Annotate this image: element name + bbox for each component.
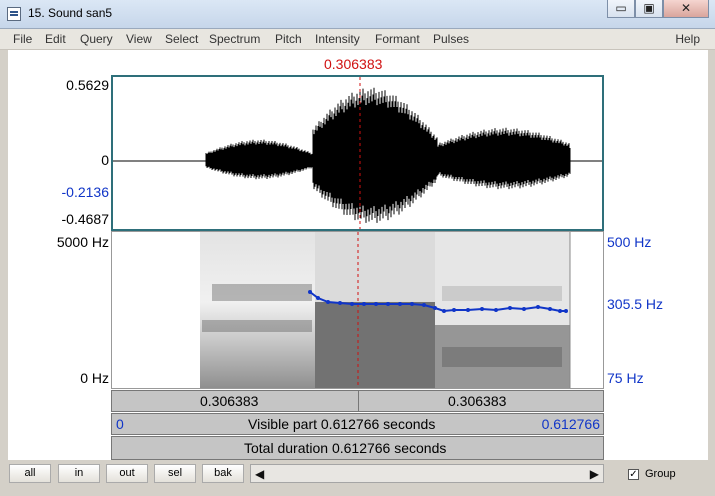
menu-query[interactable]: Query <box>80 32 113 46</box>
close-button[interactable]: ✕ <box>663 0 709 18</box>
maximize-button[interactable]: ▣ <box>635 0 663 18</box>
spec-formant-band-2 <box>202 320 312 332</box>
title-bar: 15. Sound san5 ▭ ▣ ✕ <box>0 0 715 29</box>
wave-cursor-value-label: -0.2136 <box>61 184 109 200</box>
pitch-bottom-label: 75 Hz <box>607 370 644 386</box>
spec-bottom-freq-label: 0 Hz <box>80 370 109 386</box>
right-segment-label: 0.306383 <box>448 393 507 409</box>
spec-formant-band-4 <box>442 347 562 367</box>
menu-bar: File Edit Query View Select Spectrum Pit… <box>0 29 715 50</box>
spec-region-a <box>200 232 315 388</box>
menu-pulses[interactable]: Pulses <box>433 32 469 46</box>
scroll-right-icon[interactable]: ▶ <box>590 467 599 481</box>
menu-file[interactable]: File <box>13 32 32 46</box>
visible-end-label: 0.612766 <box>541 416 600 432</box>
menu-help[interactable]: Help <box>675 32 700 46</box>
wave-zero-label: 0 <box>101 152 109 168</box>
window-title: 15. Sound san5 <box>28 6 113 20</box>
waveform-trace <box>205 87 571 223</box>
scroll-left-icon[interactable]: ◀ <box>255 467 264 481</box>
visible-part-label: Visible part 0.612766 seconds <box>248 416 436 432</box>
wave-max-label: 0.5629 <box>66 77 109 93</box>
zoom-back-button[interactable]: bak <box>202 464 244 483</box>
spec-formant-band-1 <box>212 284 312 301</box>
total-duration-label: Total duration 0.612766 seconds <box>244 440 447 456</box>
cursor-time-label: 0.306383 <box>324 56 383 72</box>
visible-start-label: 0 <box>116 416 124 432</box>
spectrogram-plot <box>200 232 571 388</box>
spec-formant-band-3 <box>442 286 562 301</box>
spec-top-freq-label: 5000 Hz <box>56 234 109 250</box>
menu-spectrum[interactable]: Spectrum <box>209 32 260 46</box>
pitch-mid-label: 305.5 Hz <box>607 296 664 312</box>
selection-bar[interactable]: 0.306383 0.306383 <box>111 390 604 412</box>
minimize-button[interactable]: ▭ <box>607 0 635 18</box>
zoom-in-button[interactable]: in <box>58 464 100 483</box>
total-duration-bar[interactable]: Total duration 0.612766 seconds <box>111 436 604 460</box>
zoom-all-button[interactable]: all <box>9 464 51 483</box>
group-label: Group <box>645 468 676 480</box>
menu-select[interactable]: Select <box>165 32 198 46</box>
waveform-panel[interactable] <box>111 75 604 231</box>
pitch-top-label: 500 Hz <box>607 234 652 250</box>
wave-min-label: -0.4687 <box>61 211 109 227</box>
waveform-plot <box>113 77 602 229</box>
zoom-selection-button[interactable]: sel <box>154 464 196 483</box>
spectrogram-panel[interactable] <box>111 231 604 389</box>
visible-part-bar[interactable]: 0 Visible part 0.612766 seconds 0.612766 <box>111 413 604 435</box>
menu-pitch[interactable]: Pitch <box>275 32 302 46</box>
spec-dark-band-1 <box>315 302 435 388</box>
group-checkbox[interactable]: ✓ <box>628 469 639 480</box>
app-icon <box>7 7 21 21</box>
menu-formant[interactable]: Formant <box>375 32 420 46</box>
zoom-out-button[interactable]: out <box>106 464 148 483</box>
left-segment-label: 0.306383 <box>200 393 259 409</box>
waveform-signal <box>205 87 571 223</box>
horizontal-scrollbar[interactable]: ◀ ▶ <box>250 464 604 483</box>
menu-edit[interactable]: Edit <box>45 32 66 46</box>
menu-intensity[interactable]: Intensity <box>315 32 360 46</box>
menu-view[interactable]: View <box>126 32 152 46</box>
